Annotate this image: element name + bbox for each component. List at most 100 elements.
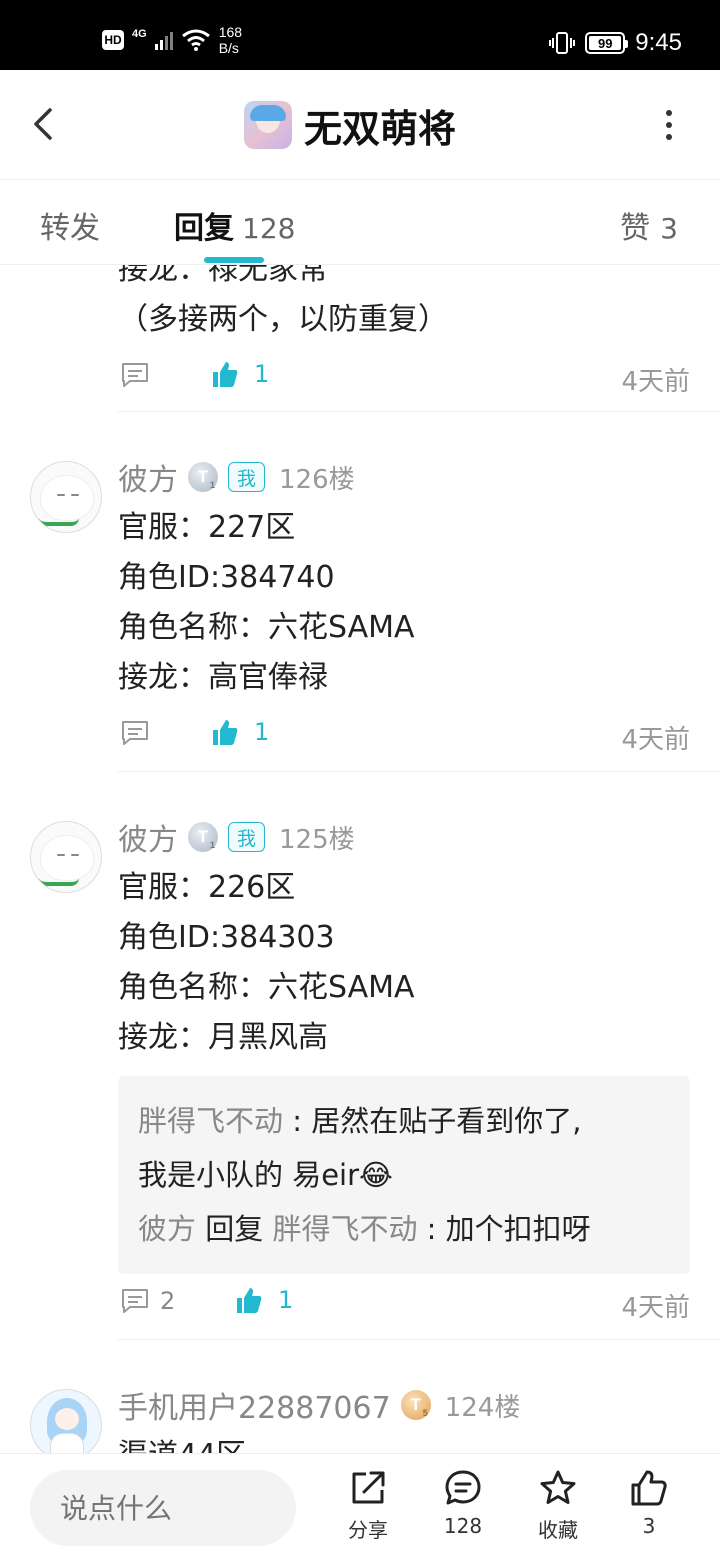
user-row: 手机用户22887067 T5 124楼 — [118, 1383, 520, 1427]
level-badge-icon: T1 — [188, 462, 218, 492]
favorite-button[interactable]: 收藏 — [523, 1468, 593, 1552]
wifi-icon — [181, 29, 210, 51]
sub-reply-user[interactable]: 彼方 — [138, 1212, 196, 1246]
post-actions: 1 4天前 — [118, 715, 690, 755]
level-letter: T — [410, 1395, 421, 1414]
sub-reply-text: 我是小队的 易eir😂 — [138, 1158, 393, 1192]
comment-button[interactable] — [120, 361, 150, 389]
page-title: 无双萌将 — [304, 106, 457, 151]
tab-like[interactable]: 赞3 — [620, 203, 678, 247]
content-line: 角色ID:384740 — [118, 560, 335, 595]
comment-count: 128 — [443, 1514, 483, 1538]
network-type: 4G — [132, 28, 147, 40]
chevron-left-icon — [34, 108, 52, 140]
status-bar: HD 4G 168 B/s 99 9:45 — [0, 0, 720, 70]
tab-like-count: 3 — [660, 212, 678, 245]
like-button[interactable]: 1 — [210, 359, 269, 389]
tab-reply[interactable]: 回复 128 — [174, 203, 295, 247]
level-number: 1 — [209, 840, 215, 850]
comment-count: 2 — [160, 1287, 176, 1315]
post-content: 渠道44区 — [118, 1431, 246, 1453]
content-line: 官服：226区 — [118, 870, 296, 905]
avatar[interactable] — [30, 821, 102, 893]
sub-reply[interactable]: 胖得飞不动 : 居然在贴子看到你了, — [138, 1094, 670, 1148]
comment-button[interactable] — [120, 719, 150, 747]
comment-icon — [122, 721, 148, 745]
sub-reply[interactable]: 彼方 回复 胖得飞不动 : 加个扣扣呀 — [138, 1202, 670, 1256]
like-count: 1 — [278, 1286, 294, 1314]
like-count: 1 — [254, 360, 270, 388]
comment-bubble-icon — [445, 1470, 481, 1505]
divider — [118, 771, 720, 772]
user-row: 彼方 T1 我 126楼 — [118, 455, 355, 499]
back-button[interactable] — [26, 104, 62, 144]
share-label: 分享 — [348, 1518, 388, 1542]
sub-replies[interactable]: 胖得飞不动 : 居然在贴子看到你了, 我是小队的 易eir😂 彼方 回复 胖得飞… — [118, 1076, 690, 1274]
sub-reply-user[interactable]: 胖得飞不动 — [138, 1104, 283, 1138]
sub-reply-verb: 回复 — [196, 1212, 273, 1246]
content-line: 角色ID:384303 — [118, 920, 335, 955]
speed-unit: B/s — [218, 40, 239, 56]
thumbs-up-outline-icon — [631, 1470, 667, 1506]
content-line: 官服：227区 — [118, 510, 296, 545]
tab-reply-count: 128 — [242, 212, 296, 245]
like-button[interactable]: 1 — [234, 1285, 293, 1315]
star-icon — [540, 1470, 576, 1504]
post-time: 4天前 — [621, 367, 690, 397]
hd-icon: HD — [102, 30, 124, 50]
favorite-label: 收藏 — [538, 1518, 578, 1542]
level-number: 5 — [422, 1408, 428, 1418]
sub-reply-target[interactable]: 胖得飞不动 — [272, 1212, 417, 1246]
post-content: 官服：227区 角色ID:384740 角色名称：六花SAMA 接龙：高官俸禄 — [118, 503, 415, 703]
user-row: 彼方 T1 我 125楼 — [118, 815, 355, 859]
like-button[interactable]: 1 — [210, 717, 269, 747]
more-options-button[interactable] — [664, 110, 674, 140]
username[interactable]: 手机用户22887067 — [118, 1383, 391, 1427]
divider — [118, 411, 720, 412]
like-count: 1 — [254, 718, 270, 746]
content-line: 渠道44区 — [118, 1431, 246, 1453]
avatar[interactable] — [30, 1389, 102, 1453]
comment-button[interactable]: 2 — [120, 1287, 175, 1315]
like-post-button[interactable]: 3 — [614, 1468, 684, 1552]
clock: 9:45 — [635, 29, 682, 56]
speed-value: 168 — [218, 24, 243, 40]
tab-bar: 转发 回复 128 赞3 — [0, 181, 720, 265]
comment-input[interactable] — [30, 1470, 296, 1546]
post-content: 官服：226区 角色ID:384303 角色名称：六花SAMA 接龙：月黑风高 — [118, 863, 415, 1063]
divider — [118, 1339, 720, 1340]
sub-reply-text: : 居然在贴子看到你了, — [283, 1104, 582, 1138]
like-count: 3 — [642, 1514, 656, 1538]
signal-icon — [154, 30, 173, 50]
content-line: 角色名称：六花SAMA — [118, 970, 415, 1005]
content-line: （多接两个，以防重复） — [118, 302, 448, 337]
post-actions: 1 4天前 — [118, 357, 690, 397]
share-button[interactable]: 分享 — [333, 1468, 403, 1552]
share-icon — [352, 1471, 385, 1504]
battery-level: 99 — [589, 36, 622, 51]
post-content: 接龙：禄无家常 （多接两个，以防重复） — [118, 265, 448, 345]
comment-icon — [122, 1289, 148, 1313]
thumbs-up-icon — [213, 720, 238, 745]
top-app-bar: 无双萌将 — [0, 70, 720, 180]
battery-icon: 99 — [585, 32, 629, 54]
content-line: 角色名称：六花SAMA — [118, 610, 415, 645]
level-letter: T — [197, 467, 209, 486]
level-badge-icon: T5 — [400, 1390, 431, 1420]
avatar[interactable] — [30, 461, 102, 533]
thumbs-up-icon — [213, 362, 238, 387]
reply-list[interactable]: 接龙：禄无家常 （多接两个，以防重复） 1 4天前 彼方 T1 我 126楼 官… — [0, 265, 720, 1453]
more-vertical-icon — [666, 110, 672, 116]
username[interactable]: 彼方 — [118, 815, 178, 859]
vibrate-icon — [549, 32, 576, 54]
thumbs-up-icon — [237, 1288, 262, 1313]
comments-button[interactable]: 128 — [428, 1468, 498, 1552]
level-badge-icon: T1 — [188, 822, 218, 852]
bottom-action-bar: 分享 128 收藏 3 — [0, 1453, 720, 1560]
header-title-group[interactable]: 无双萌将 — [244, 100, 457, 151]
status-right: 99 9:45 — [549, 26, 682, 60]
comment-icon — [122, 363, 148, 387]
tab-forward[interactable]: 转发 — [40, 203, 100, 247]
status-left: HD 4G 168 B/s — [102, 20, 242, 60]
username[interactable]: 彼方 — [118, 455, 178, 499]
